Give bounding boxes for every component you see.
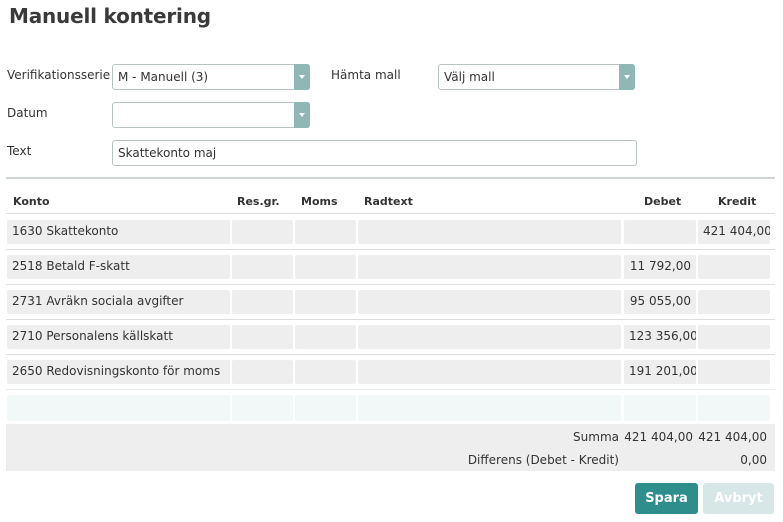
- cell-konto[interactable]: 2731 Avräkn sociala avgifter: [7, 290, 230, 314]
- cell-debet[interactable]: 95 055,00: [624, 290, 696, 314]
- cell-resgr[interactable]: [232, 220, 293, 244]
- text-label: Text: [7, 144, 32, 158]
- cell-moms[interactable]: [295, 255, 356, 279]
- differens-value: 0,00: [740, 453, 767, 467]
- row-divider: [6, 354, 775, 355]
- series-select-value: M - Manuell (3): [118, 70, 209, 84]
- cell-resgr[interactable]: [232, 360, 293, 384]
- cell-resgr[interactable]: [232, 325, 293, 349]
- cell-debet[interactable]: 11 792,00: [624, 255, 696, 279]
- cell-kredit[interactable]: [698, 290, 770, 314]
- date-select[interactable]: [112, 102, 310, 128]
- column-header-kredit: Kredit: [718, 195, 757, 208]
- column-header-resgr: Res.gr.: [237, 195, 280, 208]
- cell-debet[interactable]: 191 201,00: [624, 360, 696, 384]
- cell-kredit[interactable]: [698, 325, 770, 349]
- cell-konto[interactable]: 2710 Personalens källskatt: [7, 325, 230, 349]
- template-select[interactable]: Välj mall: [438, 64, 635, 90]
- cell-kredit[interactable]: [698, 255, 770, 279]
- chevron-down-icon[interactable]: [619, 64, 635, 90]
- new-row-debet-cell[interactable]: [624, 395, 696, 421]
- cell-moms[interactable]: [295, 290, 356, 314]
- cell-radtext[interactable]: [358, 290, 621, 314]
- cell-resgr[interactable]: [232, 290, 293, 314]
- cell-resgr[interactable]: [232, 255, 293, 279]
- cell-kredit[interactable]: 421 404,00: [698, 220, 770, 244]
- cell-konto[interactable]: 2650 Redovisningskonto för moms: [7, 360, 230, 384]
- cell-moms[interactable]: [295, 220, 356, 244]
- cell-moms[interactable]: [295, 360, 356, 384]
- row-divider: [6, 389, 775, 390]
- summa-kredit: 421 404,00: [698, 430, 767, 444]
- cell-radtext[interactable]: [358, 360, 621, 384]
- cell-konto[interactable]: 2518 Betald F-skatt: [7, 255, 230, 279]
- row-divider: [6, 249, 775, 250]
- template-label: Hämta mall: [331, 68, 401, 82]
- new-row-radtext-cell[interactable]: [358, 395, 621, 421]
- new-row-moms-cell[interactable]: [295, 395, 356, 421]
- series-select[interactable]: M - Manuell (3): [112, 64, 310, 90]
- divider: [6, 177, 775, 179]
- text-input[interactable]: [112, 140, 637, 166]
- page-title: Manuell kontering: [9, 4, 211, 28]
- cell-debet[interactable]: [624, 220, 696, 244]
- cell-moms[interactable]: [295, 325, 356, 349]
- cell-kredit[interactable]: [698, 360, 770, 384]
- save-button[interactable]: Spara: [635, 483, 698, 514]
- cancel-button[interactable]: Avbryt: [703, 483, 774, 514]
- series-label: Verifikationsserie: [7, 68, 111, 82]
- new-row-kredit-cell[interactable]: [698, 395, 770, 421]
- new-row-resgr-cell[interactable]: [232, 395, 293, 421]
- column-header-radtext: Radtext: [364, 195, 413, 208]
- summa-label: Summa: [573, 430, 619, 444]
- cell-radtext[interactable]: [358, 220, 621, 244]
- chevron-down-icon[interactable]: [294, 64, 310, 90]
- cell-radtext[interactable]: [358, 325, 621, 349]
- new-row-konto-cell[interactable]: [7, 395, 230, 421]
- cell-radtext[interactable]: [358, 255, 621, 279]
- column-header-debet: Debet: [644, 195, 682, 208]
- summa-debet: 421 404,00: [624, 430, 693, 444]
- row-divider: [6, 284, 775, 285]
- column-header-moms: Moms: [301, 195, 338, 208]
- table-header-divider: [6, 213, 775, 214]
- template-select-value: Välj mall: [444, 70, 495, 84]
- column-header-konto: Konto: [13, 195, 50, 208]
- date-label: Datum: [7, 106, 48, 120]
- chevron-down-icon[interactable]: [294, 102, 310, 128]
- differens-label: Differens (Debet - Kredit): [467, 453, 619, 467]
- cell-konto[interactable]: 1630 Skattekonto: [7, 220, 230, 244]
- cell-debet[interactable]: 123 356,00: [624, 325, 696, 349]
- row-divider: [6, 319, 775, 320]
